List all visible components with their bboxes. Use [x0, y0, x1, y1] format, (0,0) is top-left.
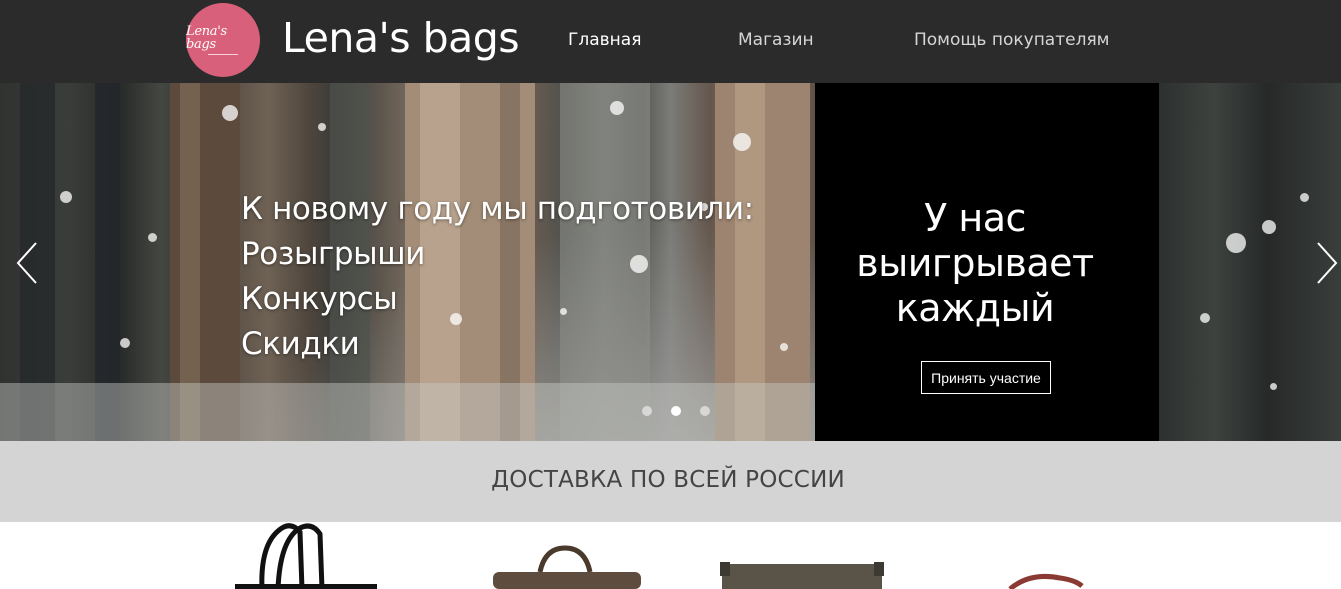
hero-line-contests: Конкурсы [241, 281, 398, 317]
forest-background-right [1159, 83, 1341, 441]
site-header: Lena's bags Lena's bags Главная Магазин … [0, 0, 1341, 83]
snowflake [1226, 233, 1246, 253]
hero-slider: К новому году мы подготовили: Розыгрыши … [0, 83, 1341, 441]
promo-panel: У нас выигрывает каждый Принять участие [815, 83, 1159, 441]
snowflake [1270, 383, 1277, 390]
slider-dot-3[interactable] [700, 406, 710, 416]
logo-underline [208, 54, 238, 55]
snowflake [1262, 220, 1276, 234]
nav-home[interactable]: Главная [568, 30, 641, 50]
site-title[interactable]: Lena's bags [282, 14, 520, 62]
product-olive-bag[interactable] [712, 522, 892, 589]
hero-line-heading: К новому году мы подготовили: [241, 191, 754, 227]
snowflake [733, 133, 751, 151]
snowflake [60, 191, 72, 203]
chevron-left-icon[interactable] [15, 241, 39, 285]
product-brown-bag[interactable] [485, 522, 645, 589]
logo[interactable]: Lena's bags [186, 3, 260, 77]
hero-line-discounts: Скидки [241, 326, 360, 362]
chevron-right-icon[interactable] [1315, 241, 1339, 285]
nav-customer-help[interactable]: Помощь покупателям [914, 30, 1110, 50]
hero-line-giveaways: Розыгрыши [241, 236, 425, 272]
hero-announcement: К новому году мы подготовили: Розыгрыши … [241, 187, 754, 367]
snowflake [610, 101, 624, 115]
logo-text: Lena's bags [186, 24, 227, 52]
delivery-text: ДОСТАВКА ПО ВСЕЙ РОССИИ [491, 467, 845, 493]
slider-dot-2[interactable] [671, 406, 681, 416]
snowflake [148, 233, 157, 242]
snowflake [780, 343, 788, 351]
product-red-strap-bag[interactable] [1000, 522, 1100, 589]
snowflake [1200, 313, 1210, 323]
slider-dot-1[interactable] [642, 406, 652, 416]
snowflake [222, 105, 238, 121]
slider-dots [640, 406, 716, 420]
product-strip [0, 522, 1341, 589]
snowflake [120, 338, 130, 348]
nav-shop[interactable]: Магазин [738, 30, 814, 50]
delivery-banner: ДОСТАВКА ПО ВСЕЙ РОССИИ [0, 441, 1341, 522]
product-black-leather-bag[interactable] [230, 522, 380, 589]
snowflake [1300, 193, 1309, 202]
participate-button[interactable]: Принять участие [921, 361, 1051, 394]
snowflake [318, 123, 326, 131]
promo-title: У нас выигрывает каждый [856, 196, 1094, 330]
